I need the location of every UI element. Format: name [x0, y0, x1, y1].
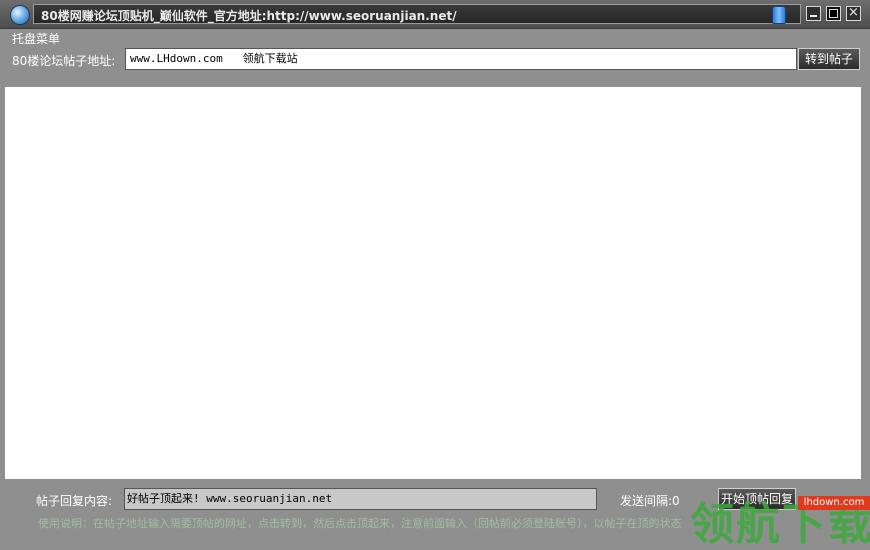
watermark-badge: lhdown.com [798, 496, 870, 510]
close-button[interactable]: × [846, 5, 861, 21]
minimize-icon [810, 15, 817, 17]
reply-input[interactable]: 好帖子顶起来! www.seoruanjian.net [124, 488, 597, 510]
url-label: 80楼论坛帖子地址: [12, 54, 116, 68]
close-icon: × [848, 5, 859, 20]
browser-content-area[interactable] [5, 87, 861, 479]
menu-tray[interactable]: 托盘菜单 [12, 30, 60, 47]
globe-icon[interactable] [10, 5, 30, 25]
url-input[interactable]: www.LHdown.com 领航下载站 [125, 48, 797, 70]
window-title: 80楼网赚论坛顶贴机_巅仙软件_官方地址:http://www.seoruanj… [41, 9, 457, 23]
title-bar: 80楼网赚论坛顶贴机_巅仙软件_官方地址:http://www.seoruanj… [0, 0, 870, 29]
reply-label: 帖子回复内容: [36, 494, 113, 508]
minimize-button[interactable] [806, 6, 821, 21]
maximize-icon [829, 9, 838, 18]
title-box: 80楼网赚论坛顶贴机_巅仙软件_官方地址:http://www.seoruanj… [33, 4, 801, 24]
instructions-text: 使用说明：在帖子地址输入需要顶帖的网址，点击转到，然后点击顶起来，注意前面输入（… [38, 517, 682, 530]
skin-bottle-icon[interactable] [772, 6, 786, 24]
maximize-button[interactable] [826, 6, 841, 21]
goto-post-button[interactable]: 转到帖子 [798, 48, 860, 70]
interval-label: 发送间隔:0 [620, 494, 680, 508]
